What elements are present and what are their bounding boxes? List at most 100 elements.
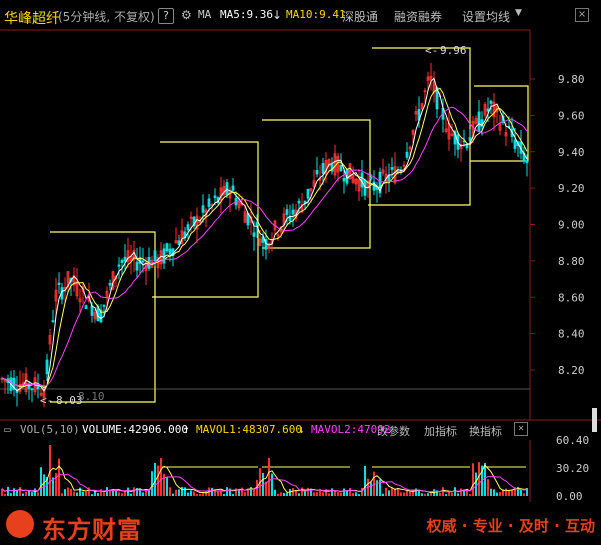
- volume-bar: [523, 493, 525, 496]
- volume-bar: [322, 492, 324, 496]
- volume-bar: [181, 486, 183, 496]
- candles: [0, 63, 529, 408]
- volume-bar: [61, 493, 63, 496]
- volume-bar: [370, 482, 372, 496]
- volume-bar: [169, 487, 171, 496]
- volume-bar: [511, 490, 513, 496]
- volume-bar: [241, 487, 243, 496]
- candle-body: [255, 222, 259, 226]
- volume-bar: [334, 491, 336, 496]
- volume-bar: [58, 458, 60, 496]
- volume-bar: [457, 493, 459, 496]
- candle-body: [207, 198, 211, 207]
- candle-body: [369, 176, 373, 180]
- volume-bar: [469, 494, 471, 496]
- price-tick-label: 8.40: [558, 328, 585, 341]
- price-axis: 9.80 9.60 9.40 9.20 9.00 8.80 8.60 8.40 8.20: [530, 73, 585, 377]
- candle-body: [342, 177, 346, 182]
- moving-average-line: [1, 106, 528, 387]
- volume-bar: [280, 492, 282, 496]
- volume-bar: [133, 487, 135, 496]
- volume-bar: [316, 492, 318, 496]
- volume-bar: [100, 489, 102, 496]
- volume-bar: [4, 493, 6, 496]
- volume-bar: [421, 493, 423, 496]
- volume-bar: [274, 489, 276, 496]
- price-tick-label: 9.80: [558, 73, 585, 86]
- volume-bar: [121, 493, 123, 496]
- volume-bar: [88, 487, 90, 496]
- volume-bar: [106, 487, 108, 496]
- volume-bar: [202, 492, 204, 496]
- volume-bar: [85, 491, 87, 496]
- high-marker: <-: [425, 44, 438, 57]
- add-indicator-button[interactable]: 加指标: [424, 423, 457, 439]
- candle-body: [165, 243, 169, 252]
- volume-bar: [397, 487, 399, 496]
- volume-bar: [37, 492, 39, 496]
- candle-body: [30, 388, 34, 391]
- volume-bar: [472, 463, 474, 496]
- volume-value: VOLUME:42906.000: [82, 423, 188, 436]
- window-toggle-icon[interactable]: ▭: [4, 423, 11, 436]
- volume-tick-label: 30.20: [556, 462, 589, 475]
- volume-bar: [331, 488, 333, 496]
- volume-bar: [382, 493, 384, 496]
- candle-body: [102, 304, 106, 307]
- volume-bar: [163, 473, 165, 496]
- volume-bar: [223, 493, 225, 496]
- volume-bar: [199, 493, 201, 496]
- candle-body: [291, 209, 295, 215]
- volume-bar: [268, 457, 270, 496]
- volume-bar: [19, 487, 21, 496]
- volume-bar: [10, 493, 12, 496]
- candle-body: [486, 108, 490, 112]
- volume-bar: [292, 488, 294, 496]
- volume-bar: [73, 491, 75, 496]
- candle-body: [168, 248, 172, 255]
- close-icon[interactable]: ×: [514, 422, 528, 436]
- volume-bar: [40, 467, 42, 496]
- volume-bar: [475, 472, 477, 496]
- volume-bar: [166, 477, 168, 496]
- volume-bar: [337, 492, 339, 496]
- candle-body: [315, 169, 319, 175]
- candle-body: [201, 205, 205, 213]
- volume-bar: [118, 492, 120, 496]
- candle-body: [339, 165, 343, 172]
- switch-indicator-button[interactable]: 换指标: [469, 423, 502, 439]
- volume-bar: [298, 493, 300, 496]
- volume-bar: [493, 489, 495, 496]
- volume-bar: [376, 480, 378, 496]
- volume-bar: [361, 488, 363, 496]
- kline-chart[interactable]: 9.80 9.60 9.40 9.20 9.00 8.80 8.60 8.40 8.20 60.…: [0, 0, 601, 545]
- volume-bar: [151, 471, 153, 496]
- volume-bar: [352, 493, 354, 496]
- candle-body: [477, 111, 481, 132]
- volume-bar: [283, 493, 285, 496]
- volume-bar: [343, 488, 345, 496]
- volume-bar: [349, 487, 351, 496]
- price-tick-label: 8.80: [558, 255, 585, 268]
- candle-body: [213, 195, 217, 199]
- volume-bar: [427, 493, 429, 496]
- price-tick-label: 9.20: [558, 182, 585, 195]
- candle-body: [186, 224, 190, 231]
- volume-bar: [97, 493, 99, 496]
- brand-slogan: 权威 · 专业 · 及时 · 互动: [426, 517, 595, 535]
- volume-bar: [328, 493, 330, 496]
- volume-bar: [34, 488, 36, 496]
- candle-body: [108, 283, 112, 286]
- volume-bar: [160, 457, 162, 496]
- volume-bar: [226, 487, 228, 496]
- volume-bar: [130, 493, 132, 496]
- brand-name: 东方财富: [42, 516, 142, 544]
- volume-bar: [64, 489, 66, 496]
- volume-bar: [409, 491, 411, 496]
- volume-bar: [16, 490, 18, 496]
- candle-body: [252, 232, 256, 237]
- low-reference-label: 8.10: [78, 390, 105, 403]
- candle-body: [153, 250, 157, 261]
- change-params-button[interactable]: 改参数: [377, 423, 410, 439]
- brand-banner: 东方财富 权威 · 专业 · 及时 · 互动: [0, 502, 601, 545]
